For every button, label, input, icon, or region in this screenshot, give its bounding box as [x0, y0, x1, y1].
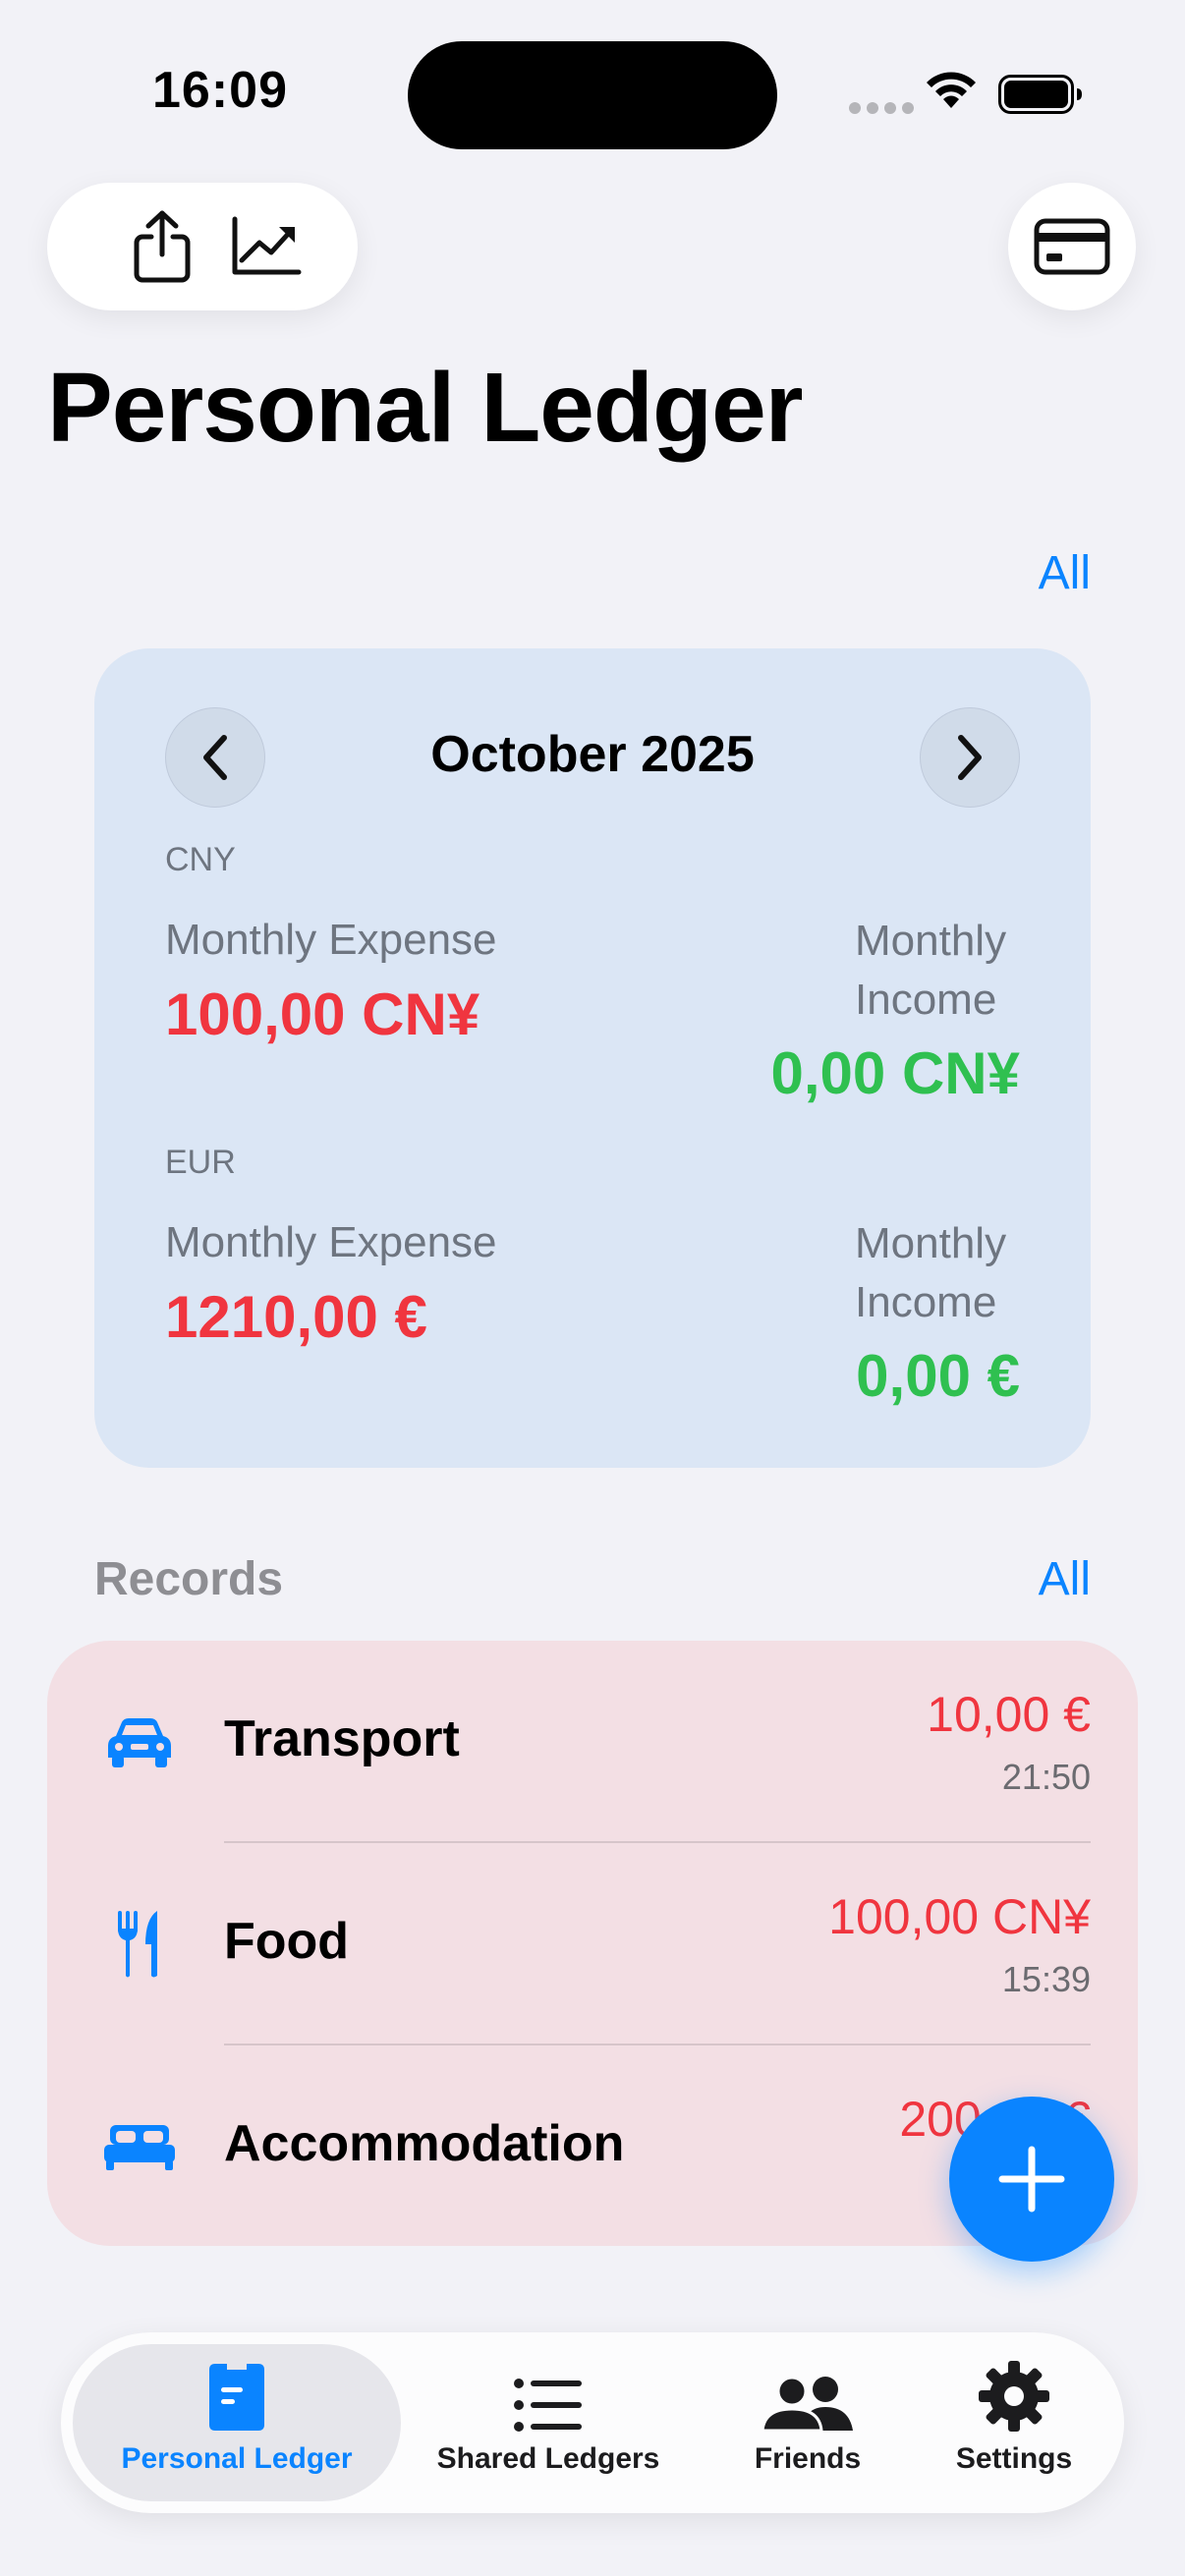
dynamic-island — [408, 41, 777, 149]
status-time: 16:09 — [152, 62, 288, 119]
next-month-button[interactable] — [920, 707, 1020, 808]
tab-label: Friends — [754, 2442, 862, 2475]
share-icon — [134, 210, 191, 283]
tab-shared-ledgers[interactable]: Shared Ledgers — [424, 2344, 672, 2501]
record-name: Accommodation — [224, 2115, 625, 2172]
record-row-transport[interactable]: Transport 10,00 € 21:50 — [47, 1641, 1138, 1843]
expense-value: 1210,00 € — [165, 1284, 427, 1350]
tab-friends[interactable]: Friends — [731, 2344, 884, 2501]
page-title: Personal Ledger — [47, 353, 804, 463]
statistics-button[interactable] — [202, 183, 330, 310]
tab-label: Shared Ledgers — [436, 2442, 660, 2475]
accounts-button[interactable] — [1008, 183, 1136, 310]
income-label: Monthly Income — [855, 917, 1007, 1024]
add-record-button[interactable] — [949, 2097, 1114, 2262]
record-row-food[interactable]: Food 100,00 CN¥ 15:39 — [47, 1843, 1138, 2045]
tab-bar: Personal Ledger Shared Ledgers Friends S… — [61, 2332, 1124, 2513]
record-amount: 100,00 CN¥ — [828, 1889, 1091, 1944]
records-heading: Records — [94, 1553, 284, 1605]
record-amount: 10,00 € — [927, 1687, 1091, 1742]
expense-label: Monthly Expense — [165, 1218, 497, 1266]
expense-label: Monthly Expense — [165, 916, 497, 964]
chart-trend-icon — [232, 216, 302, 275]
tab-label: Settings — [955, 2442, 1073, 2475]
list-icon — [513, 2344, 584, 2433]
tab-personal-ledger[interactable]: Personal Ledger — [73, 2344, 401, 2501]
record-time: 15:39 — [1001, 1959, 1091, 1999]
all-records-link[interactable]: All — [1039, 1552, 1091, 1606]
gear-icon — [978, 2344, 1050, 2433]
record-name: Food — [224, 1913, 350, 1970]
income-value: 0,00 CN¥ — [770, 1040, 1020, 1106]
credit-card-icon — [1034, 218, 1110, 275]
monthly-summary-card: October 2025 CNY Monthly Expense 100,00 … — [94, 648, 1091, 1468]
all-summary-link[interactable]: All — [1039, 546, 1091, 600]
fork-knife-icon — [100, 1843, 179, 2045]
plus-icon — [998, 2146, 1065, 2212]
currency-code: CNY — [165, 841, 236, 878]
income-label: Monthly Income — [855, 1219, 1007, 1326]
car-icon — [100, 1641, 179, 1843]
wifi-icon — [927, 72, 976, 108]
expense-value: 100,00 CN¥ — [165, 981, 480, 1047]
toolbar-group — [47, 183, 358, 310]
record-name: Transport — [224, 1710, 460, 1767]
tab-settings[interactable]: Settings — [926, 2344, 1102, 2501]
cellular-signal-icon — [849, 102, 914, 114]
bed-icon — [100, 2045, 179, 2246]
record-time: 21:50 — [1001, 1757, 1091, 1797]
battery-icon — [998, 75, 1082, 114]
ledger-icon — [207, 2344, 266, 2433]
tab-label: Personal Ledger — [121, 2442, 353, 2475]
income-value: 0,00 € — [856, 1343, 1020, 1409]
currency-code: EUR — [165, 1144, 236, 1181]
people-icon — [761, 2344, 855, 2433]
chevron-right-icon — [958, 735, 982, 780]
